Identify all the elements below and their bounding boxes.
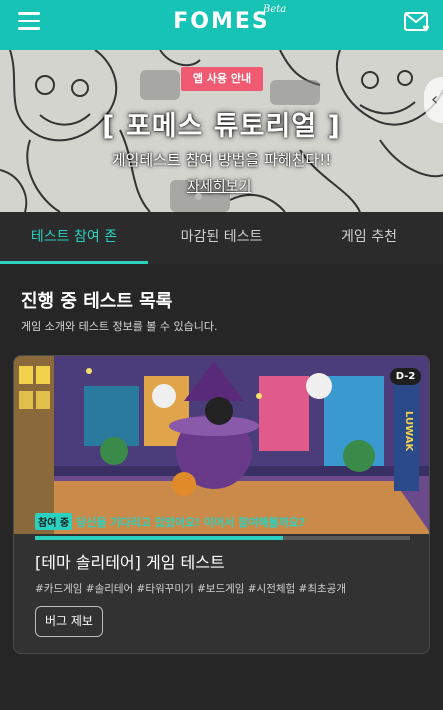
- top-app-bar: FOMES Beta: [0, 0, 443, 50]
- status-badge: 참여 중: [35, 513, 73, 530]
- app-logo: FOMES: [173, 9, 270, 34]
- participation-status: 참여 중 당신을 기다리고 있었어요! 이어서 참여해볼까요?: [35, 513, 305, 530]
- test-tags: #카드게임 #솔리테어 #타워꾸미기 #보드게임 #시전체험 #최초공개: [35, 583, 346, 595]
- section-description: 게임 소개와 테스트 정보를 볼 수 있습니다.: [21, 320, 218, 333]
- tab-closed-tests[interactable]: 마감된 테스트: [148, 212, 295, 264]
- test-title: [테마 솔리테어] 게임 테스트: [35, 553, 225, 572]
- progress-bar: [35, 536, 410, 540]
- banner-prev-arrow[interactable]: ‹: [424, 77, 443, 123]
- tab-test-participation[interactable]: 테스트 참여 존: [0, 212, 148, 264]
- bug-report-button[interactable]: 버그 제보: [35, 606, 103, 637]
- mail-heart-icon[interactable]: [404, 11, 430, 33]
- test-card[interactable]: LUWAK D-2 참여 중 당신을 기다리고 있었어요! 이어서 참여해볼까요?…: [13, 355, 430, 654]
- sign-text: LUWAK: [403, 411, 414, 452]
- beta-label: Beta: [263, 4, 287, 15]
- banner-subtitle: 게임테스트 참여 방법을 파헤친다!!: [111, 151, 332, 169]
- status-text: 당신을 기다리고 있었어요! 이어서 참여해볼까요?: [76, 516, 306, 529]
- banner-badge: 앱 사용 안내: [181, 67, 263, 91]
- carousel-indicator-dot[interactable]: [195, 193, 202, 200]
- tutorial-banner[interactable]: 앱 사용 안내 [ 포메스 튜토리얼 ] 게임테스트 참여 방법을 파헤친다!!…: [0, 50, 443, 212]
- game-thumbnail: LUWAK: [14, 356, 429, 534]
- tab-game-recommend[interactable]: 게임 추천: [295, 212, 443, 264]
- progress-fill: [35, 536, 283, 540]
- tab-bar: 테스트 참여 존 마감된 테스트 게임 추천: [0, 212, 443, 264]
- dday-badge: D-2: [390, 368, 421, 385]
- section-title: 진행 중 테스트 목록: [21, 291, 173, 312]
- chevron-left-icon: ‹: [431, 89, 439, 110]
- banner-title: [ 포메스 튜토리얼 ]: [102, 111, 341, 142]
- active-tab-indicator: [0, 261, 148, 264]
